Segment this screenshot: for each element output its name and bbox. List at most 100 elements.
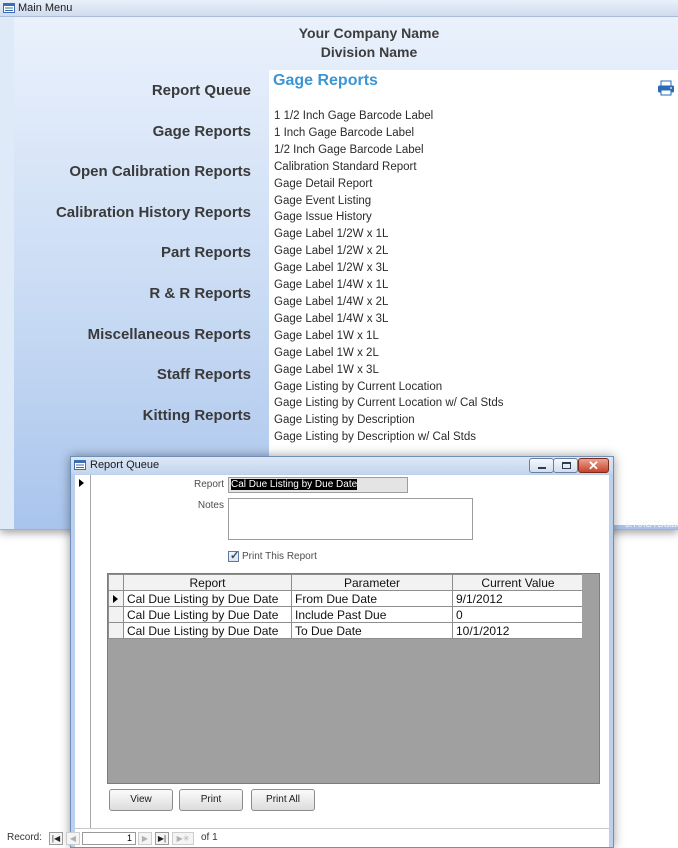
table-row[interactable]: Cal Due Listing by Due Date To Due Date … (108, 622, 584, 639)
main-menu-titlebar[interactable]: Main Menu (0, 0, 678, 17)
previous-record-icon: ◀ (69, 834, 77, 843)
report-queue-title: Report Queue (90, 459, 160, 471)
last-record-icon: ▶| (157, 834, 167, 843)
report-list-item[interactable]: 1 Inch Gage Barcode Label (274, 125, 503, 142)
grid-scrollbar[interactable] (582, 574, 599, 783)
report-queue-body: Report Cal Due Listing by Due Date Notes… (7, 475, 609, 847)
cell-current-value[interactable]: 9/1/2012 (452, 590, 584, 607)
report-list-item[interactable]: Gage Label 1/4W x 2L (274, 294, 503, 311)
report-list-item[interactable]: Gage Label 1W x 2L (274, 345, 503, 362)
report-list-item[interactable]: Gage Event Listing (274, 193, 503, 210)
main-menu-title: Main Menu (18, 2, 73, 14)
maximize-icon (562, 462, 571, 469)
report-list-item[interactable]: 1 1/2 Inch Gage Barcode Label (274, 108, 503, 125)
row-selector[interactable] (108, 606, 124, 623)
print-all-button[interactable]: Print All (251, 789, 315, 811)
record-total: of 1 (201, 832, 218, 843)
cell-current-value[interactable]: 0 (452, 606, 584, 623)
cell-parameter[interactable]: To Due Date (291, 622, 453, 639)
minimize-icon (538, 467, 546, 469)
next-record-icon: ▶ (141, 834, 149, 843)
report-list-item[interactable]: Gage Listing by Current Location (274, 379, 503, 396)
row-selector[interactable] (108, 622, 124, 639)
cell-report[interactable]: Cal Due Listing by Due Date (123, 622, 292, 639)
row-selector-icon (79, 479, 84, 487)
report-list-item[interactable]: 1/2 Inch Gage Barcode Label (274, 142, 503, 159)
main-menu-body: Your Company Name Division Name Report Q… (14, 17, 678, 529)
form-icon (3, 3, 15, 13)
first-record-icon: |◀ (51, 834, 61, 843)
maximize-button[interactable] (553, 458, 578, 473)
nav-calibration-history-reports[interactable]: Calibration History Reports (56, 204, 251, 221)
report-queue-window: Report Queue ✕ Report Cal Due Listing by… (7, 456, 614, 848)
report-list-item[interactable]: Gage Label 1/2W x 1L (274, 226, 503, 243)
grid-corner (108, 574, 124, 591)
report-list-item[interactable]: Gage Listing by Description (274, 412, 503, 429)
column-header-current-value[interactable]: Current Value (452, 574, 584, 591)
previous-record-button[interactable]: ◀ (66, 832, 80, 845)
nav-open-calibration-reports[interactable]: Open Calibration Reports (69, 163, 251, 180)
check-icon: ✓ (230, 550, 240, 562)
report-list-item[interactable]: Gage Label 1/4W x 1L (274, 277, 503, 294)
cell-parameter[interactable]: Include Past Due (291, 606, 453, 623)
new-record-icon: ▶✳ (176, 834, 190, 843)
report-list-item[interactable]: Gage Listing by Current Location w/ Cal … (274, 395, 503, 412)
current-record-input[interactable]: 1 (82, 832, 136, 845)
close-icon: ✕ (588, 458, 599, 473)
nav-r-and-r-reports[interactable]: R & R Reports (149, 285, 251, 302)
notes-label: Notes (197, 500, 224, 511)
printer-icon[interactable] (657, 80, 675, 96)
print-button[interactable]: Print (179, 789, 243, 811)
last-record-button[interactable]: ▶| (155, 832, 169, 845)
table-row[interactable]: Cal Due Listing by Due Date From Due Dat… (108, 590, 584, 607)
row-selector-icon (113, 595, 118, 604)
report-field[interactable]: Cal Due Listing by Due Date (228, 477, 408, 493)
cell-parameter[interactable]: From Due Date (291, 590, 453, 607)
report-list-item[interactable]: Gage Detail Report (274, 176, 503, 193)
column-header-report[interactable]: Report (123, 574, 292, 591)
nav-part-reports[interactable]: Part Reports (161, 244, 251, 261)
nav-miscellaneous-reports[interactable]: Miscellaneous Reports (88, 326, 251, 343)
record-label: Record: (7, 832, 43, 843)
nav-staff-reports[interactable]: Staff Reports (157, 366, 251, 383)
parameters-table: Report Parameter Current Value Cal Due L… (108, 574, 584, 639)
form-icon (74, 460, 86, 470)
report-list-item[interactable]: Gage Label 1W x 3L (274, 362, 503, 379)
nav-kitting-reports[interactable]: Kitting Reports (143, 407, 251, 424)
record-navigation-bar: Record: |◀ ◀ 1 ▶ ▶| ▶✳ of 1 (7, 828, 609, 847)
report-list-item[interactable]: Gage Label 1/4W x 3L (274, 311, 503, 328)
print-this-report-label: Print This Report (242, 551, 317, 562)
company-name: Your Company Name (298, 25, 440, 41)
nav-report-queue[interactable]: Report Queue (152, 82, 251, 99)
first-record-button[interactable]: |◀ (49, 832, 63, 845)
report-list-item[interactable]: Gage Listing by Description w/ Cal Stds (274, 429, 503, 446)
close-button[interactable]: ✕ (578, 458, 609, 473)
parameters-grid: Report Parameter Current Value Cal Due L… (107, 573, 600, 784)
report-field-value: Cal Due Listing by Due Date (231, 479, 358, 490)
report-list-item[interactable]: Gage Label 1/2W x 2L (274, 243, 503, 260)
report-queue-titlebar[interactable]: Report Queue ✕ (71, 457, 613, 474)
print-this-report-checkbox[interactable]: ✓ (228, 550, 240, 562)
report-list-item[interactable]: Calibration Standard Report (274, 159, 503, 176)
nav-gage-reports[interactable]: Gage Reports (153, 123, 251, 140)
cell-report[interactable]: Cal Due Listing by Due Date (123, 606, 292, 623)
record-selector[interactable] (75, 475, 91, 828)
cell-report[interactable]: Cal Due Listing by Due Date (123, 590, 292, 607)
view-button[interactable]: View (109, 789, 173, 811)
minimize-button[interactable] (529, 458, 554, 473)
notes-field[interactable] (228, 498, 473, 540)
panel-title: Gage Reports (273, 72, 378, 89)
report-label: Report (193, 479, 224, 490)
report-list-item[interactable]: Gage Label 1W x 1L (274, 328, 503, 345)
column-header-parameter[interactable]: Parameter (291, 574, 453, 591)
row-selector[interactable] (108, 590, 124, 607)
report-list: 1 1/2 Inch Gage Barcode Label 1 Inch Gag… (274, 108, 503, 446)
report-list-item[interactable]: Gage Label 1/2W x 3L (274, 260, 503, 277)
cell-current-value[interactable]: 10/1/2012 (452, 622, 584, 639)
next-record-button[interactable]: ▶ (138, 832, 152, 845)
division-name: Division Name (320, 44, 418, 60)
table-row[interactable]: Cal Due Listing by Due Date Include Past… (108, 606, 584, 623)
main-menu-window: Main Menu Your Company Name Division Nam… (0, 0, 678, 530)
new-record-button[interactable]: ▶✳ (172, 832, 194, 845)
report-list-item[interactable]: Gage Issue History (274, 209, 503, 226)
